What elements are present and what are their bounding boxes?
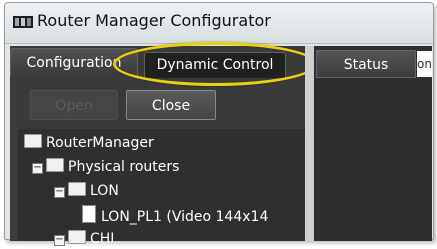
tree-item-label: CHI xyxy=(90,231,115,247)
collapse-icon[interactable]: − xyxy=(32,163,43,174)
status-column-header[interactable]: Status xyxy=(316,50,416,78)
highlight-ellipse xyxy=(113,42,317,86)
window-title: Router Manager Configurator xyxy=(37,11,271,30)
folder-icon xyxy=(46,158,64,172)
folder-icon xyxy=(68,182,86,196)
tree-item-label: LON_PL1 (Video 144x14 xyxy=(101,209,269,225)
split-divider[interactable] xyxy=(305,46,314,241)
tree-item-label: LON xyxy=(90,183,119,199)
tree-item-chi[interactable]: − CHI xyxy=(54,229,114,249)
folder-icon xyxy=(24,134,42,148)
close-button[interactable]: Close xyxy=(126,90,216,120)
title-bar: Router Manager Configurator xyxy=(5,3,433,44)
folder-icon xyxy=(68,230,86,244)
open-button[interactable]: Open xyxy=(30,90,118,120)
status-cell: ons xyxy=(417,51,432,77)
collapse-icon[interactable]: − xyxy=(54,187,65,198)
router-tree[interactable]: RouterManager − Physical routers − LON LON… xyxy=(18,129,305,247)
tree-item-lon[interactable]: − LON xyxy=(54,181,119,201)
tree-item-router-manager[interactable]: RouterManager xyxy=(24,133,154,153)
document-icon xyxy=(82,205,96,223)
tree-item-label: Physical routers xyxy=(68,159,180,175)
tree-item-label: RouterManager xyxy=(46,135,154,151)
app-icon xyxy=(13,14,33,34)
tree-item-lon-pl1[interactable]: LON_PL1 (Video 144x14 xyxy=(82,205,268,225)
tree-item-physical-routers[interactable]: − Physical routers xyxy=(32,157,179,177)
